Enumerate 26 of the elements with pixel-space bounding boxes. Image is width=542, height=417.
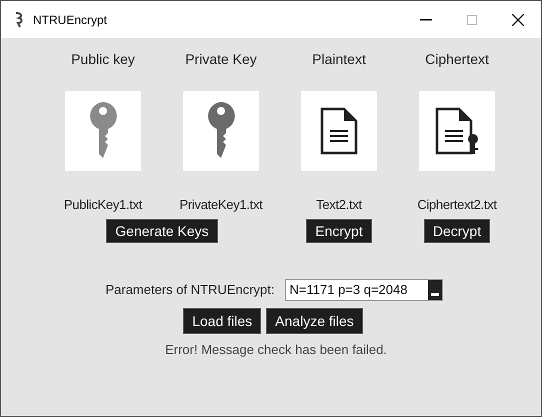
file-name: Text2.txt [316, 196, 362, 214]
action-button[interactable]: Generate Keys [106, 218, 218, 242]
file-name: PublicKey1.txt [64, 196, 142, 214]
column-heading: Private Key [185, 50, 257, 69]
file-name: Ciphertext2.txt [417, 196, 497, 214]
document-key-icon [434, 107, 480, 155]
key-icon [207, 102, 235, 160]
key-icon [89, 102, 117, 160]
status-message: Error! Message check has been failed. [165, 340, 387, 359]
file-button[interactable]: Load files [183, 308, 262, 334]
action-button[interactable]: Encrypt [306, 218, 372, 242]
minimize-icon [420, 18, 432, 20]
parameters-label: Parameters of NTRUEncrypt: [105, 280, 275, 299]
file-button[interactable]: Analyze files [266, 308, 363, 334]
document-icon [319, 107, 359, 155]
app-icon [13, 12, 25, 28]
parameters-combo-box[interactable]: N=1171 p=3 q=2048 [284, 278, 443, 300]
column-heading: Ciphertext [425, 50, 489, 69]
close-icon [512, 14, 524, 26]
maximize-icon [467, 14, 477, 24]
file-name: PrivateKey1.txt [180, 196, 262, 214]
parameters-value: N=1171 p=3 q=2048 [288, 280, 408, 299]
column-heading: Plaintext [312, 50, 366, 69]
action-button[interactable]: Decrypt [424, 218, 490, 242]
window-title: NTRUEncrypt [33, 12, 108, 28]
column-heading: Public key [71, 50, 135, 69]
